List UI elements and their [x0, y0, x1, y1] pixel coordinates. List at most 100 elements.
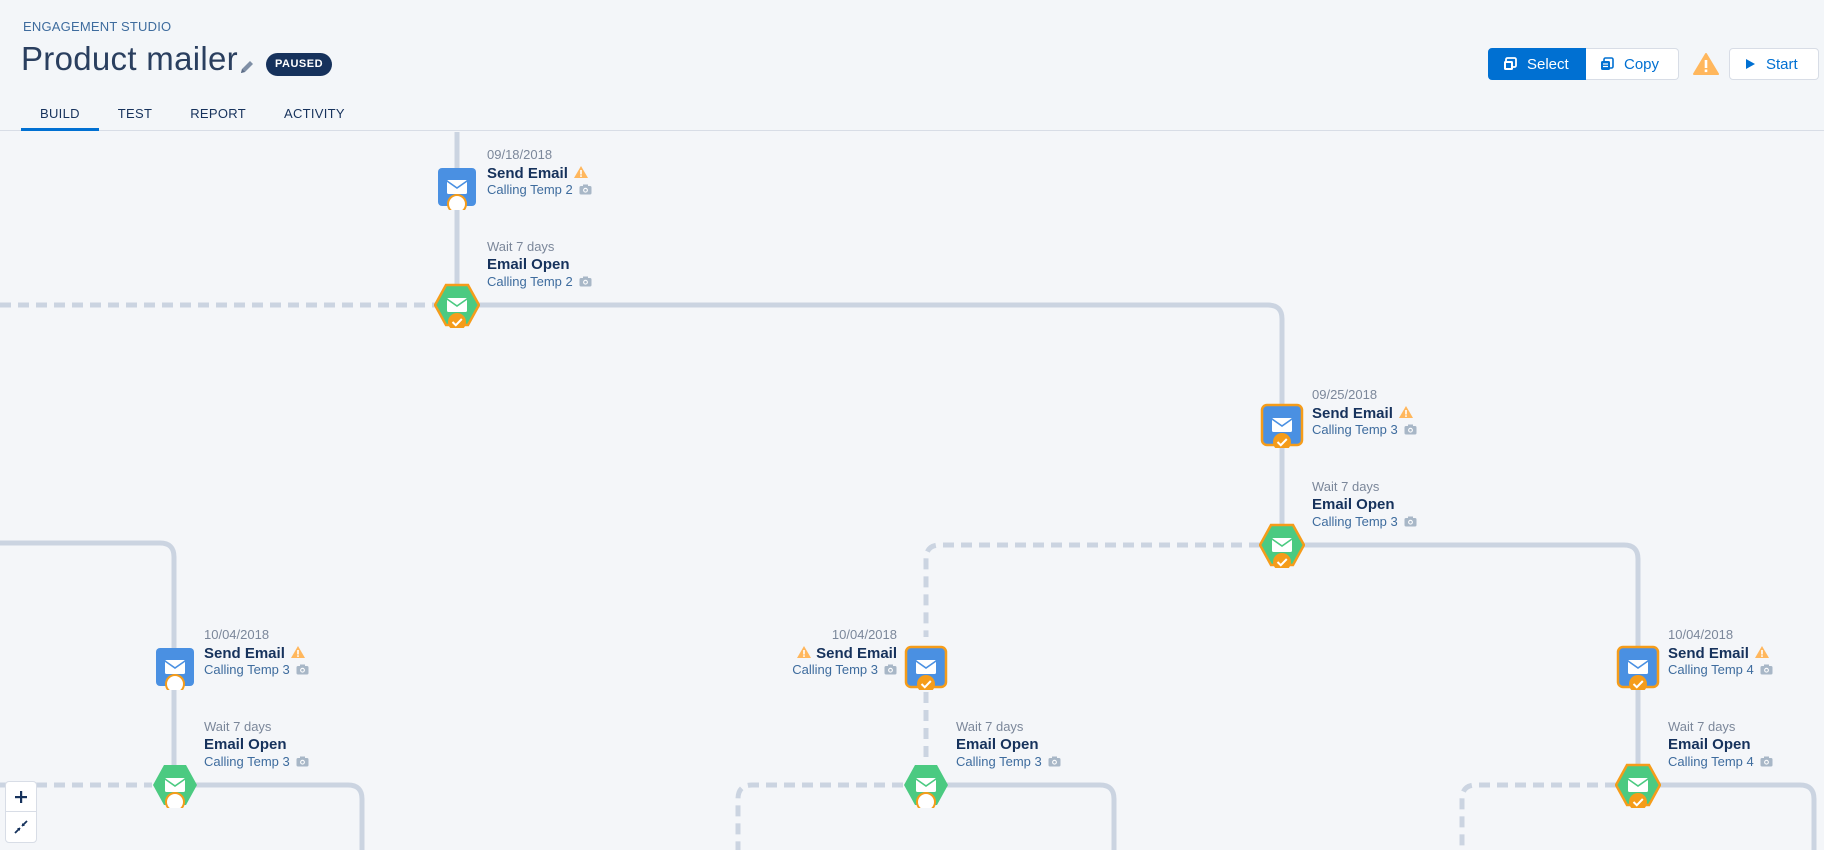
envelope-icon [446, 298, 468, 312]
email-open-listener-node[interactable] [434, 282, 480, 328]
camera-icon[interactable] [296, 756, 309, 767]
send-email-node[interactable] [1615, 644, 1661, 690]
page-header: ENGAGEMENT STUDIO Product mailer PAUSED … [0, 0, 1824, 131]
warning-icon [1754, 646, 1769, 658]
node-label: 09/18/2018 Send Email Calling Temp 2 [487, 148, 592, 199]
node-wait: Wait 7 days [487, 239, 555, 254]
warning-icon [1398, 406, 1413, 418]
node-wait: Wait 7 days [956, 719, 1024, 734]
envelope-icon [164, 660, 186, 674]
camera-icon[interactable] [1760, 664, 1773, 675]
tab-test[interactable]: TEST [99, 100, 171, 131]
node-label: Wait 7 days Email Open Calling Temp 3 [956, 720, 1061, 771]
envelope-icon [446, 180, 468, 194]
zoom-in-button[interactable] [6, 782, 36, 812]
envelope-icon [1627, 660, 1649, 674]
node-label: 09/25/2018 Send Email Calling Temp 3 [1312, 388, 1417, 439]
node-date: 10/04/2018 [1668, 627, 1734, 642]
camera-icon[interactable] [579, 184, 592, 195]
send-email-node[interactable] [434, 164, 480, 210]
collapse-icon [14, 820, 28, 834]
node-template-link[interactable]: Calling Temp 2 [487, 274, 573, 289]
node-wait: Wait 7 days [204, 719, 272, 734]
node-title: Email Open [1668, 736, 1751, 753]
tab-bar: BUILD TEST REPORT ACTIVITY [21, 100, 364, 131]
camera-icon[interactable] [1404, 424, 1417, 435]
email-open-listener-node[interactable] [152, 762, 198, 808]
node-title: Send Email [1312, 405, 1393, 422]
email-open-listener-node[interactable] [903, 762, 949, 808]
send-email-node[interactable] [903, 644, 949, 690]
warning-icon [797, 646, 812, 658]
node-template-link[interactable]: Calling Temp 3 [204, 754, 290, 769]
node-wait: Wait 7 days [1312, 479, 1380, 494]
play-icon [1746, 59, 1755, 69]
copy-button[interactable]: Copy [1586, 48, 1679, 80]
send-email-node[interactable] [1259, 402, 1305, 448]
start-button[interactable]: Start [1729, 48, 1819, 80]
node-label: Wait 7 days Email Open Calling Temp 2 [487, 240, 592, 291]
envelope-icon [1271, 418, 1293, 432]
email-open-listener-node[interactable] [1615, 762, 1661, 808]
envelope-icon [915, 660, 937, 674]
tab-activity[interactable]: ACTIVITY [265, 100, 364, 131]
node-date: 10/04/2018 [204, 627, 270, 642]
node-title: Send Email [487, 165, 568, 182]
send-email-node[interactable] [152, 644, 198, 690]
breadcrumb[interactable]: ENGAGEMENT STUDIO [23, 19, 171, 34]
copy-icon [1601, 57, 1614, 70]
node-wait: Wait 7 days [1668, 719, 1736, 734]
camera-icon[interactable] [1404, 516, 1417, 527]
envelope-icon [915, 778, 937, 792]
envelope-icon [1271, 538, 1293, 552]
status-badge: PAUSED [266, 53, 333, 76]
node-template-link[interactable]: Calling Temp 4 [1668, 662, 1754, 677]
zoom-controls [5, 781, 37, 843]
node-title: Email Open [204, 736, 287, 753]
camera-icon[interactable] [579, 276, 592, 287]
node-title: Email Open [956, 736, 1039, 753]
node-template-link[interactable]: Calling Temp 3 [1312, 422, 1398, 437]
select-icon [1504, 57, 1517, 70]
select-button[interactable]: Select [1488, 48, 1586, 80]
program-canvas[interactable]: 09/18/2018 Send Email Calling Temp 2 Wai… [0, 132, 1824, 850]
node-label: Wait 7 days Email Open Calling Temp 4 [1668, 720, 1773, 771]
select-label: Select [1527, 55, 1569, 73]
node-label: 10/04/2018 Send Email Calling Temp 3 [204, 628, 309, 679]
camera-icon[interactable] [884, 664, 897, 675]
copy-label: Copy [1624, 55, 1660, 73]
node-label: Wait 7 days Email Open Calling Temp 3 [1312, 480, 1417, 531]
fit-to-screen-button[interactable] [6, 812, 36, 842]
node-template-link[interactable]: Calling Temp 3 [204, 662, 290, 677]
warning-icon[interactable] [1693, 52, 1719, 76]
node-title: Send Email [204, 645, 285, 662]
node-title: Email Open [1312, 496, 1395, 513]
start-label: Start [1766, 55, 1798, 73]
email-open-listener-node[interactable] [1259, 522, 1305, 568]
page-title: Product mailer [21, 40, 238, 77]
camera-icon[interactable] [1048, 756, 1061, 767]
node-date: 09/18/2018 [487, 147, 553, 162]
camera-icon[interactable] [1760, 756, 1773, 767]
plus-icon [15, 790, 27, 803]
warning-icon [573, 166, 588, 178]
camera-icon[interactable] [296, 664, 309, 675]
node-title: Send Email [816, 645, 897, 662]
envelope-icon [164, 778, 186, 792]
edit-pencil-icon[interactable] [238, 58, 256, 76]
node-label: 10/04/2018 Send Email Calling Temp 3 [740, 628, 897, 679]
node-template-link[interactable]: Calling Temp 3 [1312, 514, 1398, 529]
node-template-link[interactable]: Calling Temp 4 [1668, 754, 1754, 769]
node-template-link[interactable]: Calling Temp 3 [792, 662, 878, 677]
node-template-link[interactable]: Calling Temp 2 [487, 182, 573, 197]
node-title: Send Email [1668, 645, 1749, 662]
node-date: 10/04/2018 [831, 627, 897, 642]
tab-report[interactable]: REPORT [171, 100, 265, 131]
node-title: Email Open [487, 256, 570, 273]
warning-icon [290, 646, 305, 658]
node-template-link[interactable]: Calling Temp 3 [956, 754, 1042, 769]
envelope-icon [1627, 778, 1649, 792]
tab-build[interactable]: BUILD [21, 100, 99, 131]
node-label: Wait 7 days Email Open Calling Temp 3 [204, 720, 309, 771]
node-date: 09/25/2018 [1312, 387, 1378, 402]
